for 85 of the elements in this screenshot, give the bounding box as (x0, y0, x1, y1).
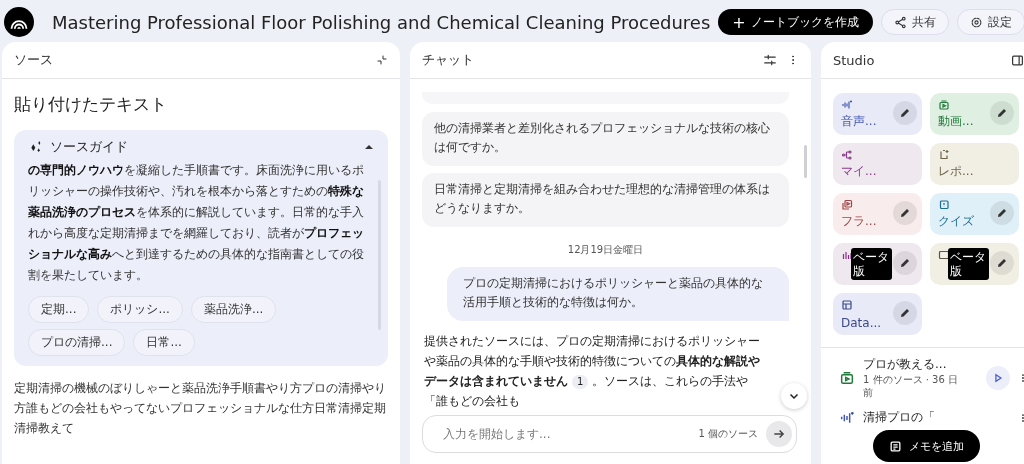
logo-icon[interactable] (4, 7, 34, 37)
scroll-down-button[interactable] (781, 383, 807, 409)
edit-button[interactable] (893, 301, 917, 325)
studio-tile[interactable]: レポ... (930, 143, 1019, 185)
add-note-button[interactable]: メモを追加 (873, 430, 980, 462)
play-icon (993, 372, 1003, 383)
tile-label: マイ... (841, 163, 877, 180)
topic-chip[interactable]: 定期... (28, 296, 90, 323)
user-message: プロの定期清掃におけるポリッシャーと薬品の具体的な活用手順と技術的な特徴は何か。 (447, 267, 789, 321)
quiz-icon (938, 199, 950, 211)
side-panel-icon[interactable] (1011, 53, 1024, 67)
video-icon (938, 99, 950, 111)
studio-tile[interactable]: フラ... (833, 193, 922, 235)
note-icon (889, 439, 902, 453)
arrow-right-icon (772, 427, 786, 441)
send-button[interactable] (766, 421, 792, 447)
caret-icon[interactable] (364, 142, 374, 152)
pencil-icon (996, 207, 1008, 219)
panel-title: Studio (833, 52, 876, 68)
share-button[interactable]: 共有 (880, 9, 949, 35)
settings-button[interactable]: 設定 (956, 9, 1024, 35)
topic-chip[interactable]: 日常... (133, 329, 195, 356)
suggested-question[interactable]: 他の清掃業者と差別化されるプロフェッショナルな技術の核心は何ですか。 (422, 112, 789, 166)
response-text: 提供されたソースには、プロの定期清掃におけるポリッシャーや薬品の具体的な手順や技術的特徴についての具体的な解説やデータは含まれていません 1 。ソースは、これらの手法や「誰もどの会社も (424, 333, 761, 410)
studio-tile[interactable]: Data... (833, 293, 922, 335)
pencil-icon (899, 207, 911, 219)
tile-label: フラ... (841, 213, 877, 230)
studio-tile[interactable]: クイズ (930, 193, 1019, 235)
guide-summary: の専門的ノウハウを凝縮した手順書です。床面洗浄に用いるポリッシャーの操作技術や、汚れを根本から落とすための特殊な薬品洗浄のプロセスを体系的に解説しています。日常的な手入れから高度な定期清掃までを網羅しており、読者がプロフェッショナルな高みへと到達するための具体的な指南書としての役割を果たしています。 (28, 162, 365, 284)
tile-label: Data... (841, 316, 882, 330)
audio-icon (841, 99, 853, 111)
report-icon (938, 149, 950, 161)
guide-title: ソースガイド (50, 138, 129, 156)
pencil-icon (899, 107, 911, 119)
panel-title: ソース (14, 51, 54, 69)
pencil-icon (996, 257, 1008, 269)
beta-badge: ベータ版 (948, 248, 989, 280)
tile-label: 音声... (841, 113, 877, 130)
tile-label: クイズ (938, 213, 974, 230)
citation-chip[interactable]: 1 (572, 375, 589, 389)
video-icon (839, 369, 855, 386)
source-title: 貼り付けたテキスト (14, 93, 168, 116)
edit-button[interactable] (990, 201, 1014, 225)
notebook-title: Mastering Professional Floor Polishing and Chemical Cleaning Procedures (52, 11, 711, 33)
slides-icon (938, 249, 950, 261)
audio-icon (839, 409, 855, 426)
suggested-question[interactable]: 日常清掃と定期清掃を組み合わせた理想的な清掃管理の体系はどうなりますか。 (422, 173, 789, 227)
edit-button[interactable] (990, 251, 1014, 275)
infographic-icon (841, 249, 853, 261)
pasted-text: 定期清掃の機械のぼりしゃーと薬品洗浄手順書やり方プロの清掃やり方誰もどの会社もやってないプロフェッショナルな仕方日常清掃定期清掃教えて (14, 380, 387, 437)
tile-label: レポ... (938, 163, 974, 180)
edit-button[interactable] (893, 251, 917, 275)
edit-button[interactable] (990, 101, 1014, 125)
pencil-icon (899, 257, 911, 269)
panel-title: チャット (422, 51, 475, 69)
table-icon (841, 299, 853, 311)
beta-badge: ベータ版 (851, 248, 892, 280)
output-title[interactable]: プロが教える... (863, 356, 978, 373)
tile-label: 動画... (938, 113, 974, 130)
topic-chip[interactable]: ポリッシ... (97, 296, 183, 323)
tune-icon[interactable] (763, 53, 777, 67)
share-icon (893, 15, 907, 29)
studio-tile[interactable]: マイ... (833, 143, 922, 185)
message-field[interactable]: 入力を開始します... (441, 426, 691, 442)
studio-tile[interactable]: 音声... (833, 93, 922, 135)
output-title[interactable]: 清掃プロの「 (863, 409, 1010, 426)
create-notebook-button[interactable]: + ノートブックを作成 (718, 9, 873, 35)
output-meta: 1 件のソース · 36 日前 (863, 373, 959, 399)
settings-icon (969, 15, 983, 29)
topic-chip[interactable]: 薬品洗浄... (190, 296, 277, 323)
pencil-icon (899, 307, 911, 319)
topic-chip[interactable]: プロの清掃... (28, 329, 126, 356)
collapse-icon[interactable] (376, 54, 388, 66)
edit-button[interactable] (893, 201, 917, 225)
mindmap-icon (841, 149, 853, 161)
studio-tile[interactable]: 動画... (930, 93, 1019, 135)
play-button[interactable] (986, 365, 1010, 390)
chat-input-box[interactable]: 入力を開始します... 1 個のソース (422, 415, 797, 453)
pencil-icon (996, 107, 1008, 119)
flashcards-icon (841, 199, 853, 211)
studio-tile[interactable]: ベータ版 (833, 243, 922, 285)
source-count: 1 個のソース (698, 427, 758, 441)
date-divider: 12月19日金曜日 (566, 243, 645, 257)
edit-button[interactable] (893, 101, 917, 125)
studio-tile[interactable]: ベータ版 (930, 243, 1019, 285)
